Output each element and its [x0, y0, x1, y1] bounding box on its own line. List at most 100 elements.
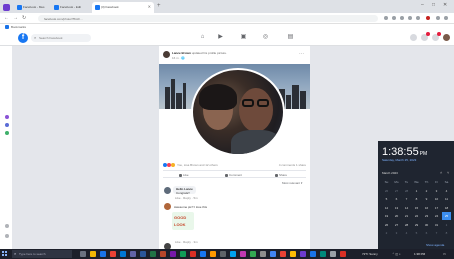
calendar-day[interactable]: 30: [422, 221, 431, 229]
marketplace-icon[interactable]: ▣: [240, 34, 247, 41]
browser-logo-icon[interactable]: [3, 4, 10, 11]
onenote-icon[interactable]: [170, 251, 176, 257]
calendar-day[interactable]: 10: [432, 195, 441, 203]
profile-icon[interactable]: [426, 16, 430, 20]
calendar-day[interactable]: 26: [382, 187, 391, 195]
calendar-day[interactable]: 8: [442, 229, 451, 237]
facebook-icon[interactable]: [200, 251, 206, 257]
calendar-day[interactable]: 12: [382, 204, 391, 212]
app-icon[interactable]: [280, 251, 286, 257]
task-view-icon[interactable]: [80, 251, 86, 257]
app-icon[interactable]: [260, 251, 266, 257]
weather-widget[interactable]: 72°F Sunny: [362, 252, 378, 256]
tray-icons[interactable]: ⌃ ◫ ♪: [392, 252, 401, 256]
comment-sort-dropdown[interactable]: Most relevant ▾: [282, 181, 302, 185]
close-tab-icon[interactable]: ✕: [148, 4, 151, 9]
app-icon[interactable]: [210, 251, 216, 257]
app-icon[interactable]: [300, 251, 306, 257]
calendar-day[interactable]: 6: [422, 229, 431, 237]
taskbar-clock[interactable]: 1:38 PM: [414, 252, 425, 256]
post-author[interactable]: Lance Brown updated his profile picture.: [172, 51, 227, 55]
windows-start-icon[interactable]: [2, 251, 8, 257]
calendar-day[interactable]: 4: [402, 229, 411, 237]
calendar-day[interactable]: 28: [402, 221, 411, 229]
shortcut-icon[interactable]: [5, 123, 9, 127]
outlook-icon[interactable]: [120, 251, 126, 257]
powerpoint-icon[interactable]: [160, 251, 166, 257]
file-explorer-icon[interactable]: [90, 251, 96, 257]
account-avatar[interactable]: [443, 34, 450, 41]
post-timestamp[interactable]: 16 m · 🌐: [172, 56, 185, 60]
commenter-avatar[interactable]: [164, 187, 171, 194]
calendar-day[interactable]: 29: [412, 221, 421, 229]
calendar-day[interactable]: 20: [392, 212, 401, 220]
calendar-next-icon[interactable]: ˅: [447, 170, 449, 175]
calendar-day[interactable]: 2: [422, 187, 431, 195]
extension-icon[interactable]: [416, 16, 420, 20]
reactions-summary[interactable]: You, Lisa Brown and 12 others 4 comments…: [163, 163, 306, 168]
shortcut-icon[interactable]: [5, 224, 9, 228]
comment-sticker[interactable]: GOOD LOOK: [172, 212, 194, 230]
calendar-day[interactable]: 9: [422, 195, 431, 203]
profile-picture[interactable]: [191, 68, 285, 156]
calendar-day[interactable]: 14: [402, 204, 411, 212]
gaming-icon[interactable]: ▤: [287, 34, 294, 41]
calendar-day[interactable]: 1: [442, 221, 451, 229]
app-icon[interactable]: [310, 251, 316, 257]
shortcut-icon[interactable]: [5, 234, 9, 238]
comment-button[interactable]: Comment: [225, 173, 242, 177]
calendar-day[interactable]: 22: [412, 212, 421, 220]
app-icon[interactable]: [330, 251, 336, 257]
calendar-day[interactable]: 28: [402, 187, 411, 195]
calendar-day[interactable]: 7: [432, 229, 441, 237]
app-icon[interactable]: [290, 251, 296, 257]
calendar-day[interactable]: 27: [392, 221, 401, 229]
calendar-day[interactable]: 5: [412, 229, 421, 237]
calendar-day[interactable]: 2: [382, 229, 391, 237]
video-icon[interactable]: ▶: [217, 34, 224, 41]
more-options-icon[interactable]: ···: [299, 51, 304, 57]
app-icon[interactable]: [320, 251, 326, 257]
excel-icon[interactable]: [150, 251, 156, 257]
tab-facebook-messages[interactable]: Facebook - Mes: [14, 2, 50, 13]
home-icon[interactable]: ⌂: [199, 34, 206, 41]
calendar-day[interactable]: 8: [412, 195, 421, 203]
notification-center-icon[interactable]: ▭: [443, 252, 446, 256]
app-icon[interactable]: [240, 251, 246, 257]
app-icon[interactable]: [270, 251, 276, 257]
calendar-day[interactable]: 26: [382, 221, 391, 229]
calendar-day[interactable]: 3: [432, 187, 441, 195]
show-agenda-link[interactable]: Show agenda: [426, 243, 444, 247]
calendar-day[interactable]: 15: [412, 204, 421, 212]
calendar-day[interactable]: 17: [432, 204, 441, 212]
author-name[interactable]: Lance Brown: [172, 51, 191, 55]
calendar-day[interactable]: 7: [402, 195, 411, 203]
reload-icon[interactable]: ↻: [22, 15, 26, 21]
url-input[interactable]: facebook.com/photo/?fbid=...: [38, 15, 378, 22]
facebook-search-input[interactable]: ⌕ Search Facebook: [31, 34, 91, 42]
author-avatar[interactable]: [163, 51, 170, 58]
calendar-day[interactable]: 23: [422, 212, 431, 220]
teams-icon[interactable]: [130, 251, 136, 257]
reactions-text[interactable]: You, Lisa Brown and 12 others: [177, 163, 218, 167]
calendar-day[interactable]: 25: [442, 212, 451, 220]
edge-icon[interactable]: [100, 251, 106, 257]
app-icon[interactable]: [250, 251, 256, 257]
app-icon[interactable]: [190, 251, 196, 257]
calendar-month[interactable]: March 2023: [382, 171, 398, 175]
calendar-day[interactable]: 11: [442, 195, 451, 203]
menu-icon[interactable]: [436, 16, 440, 20]
calendar-day[interactable]: 13: [392, 204, 401, 212]
chrome-icon[interactable]: [110, 251, 116, 257]
word-icon[interactable]: [140, 251, 146, 257]
calendar-day[interactable]: 27: [392, 187, 401, 195]
bookmark-icon[interactable]: [5, 25, 9, 29]
comment-actions[interactable]: Like · Reply · 3m: [175, 240, 198, 244]
new-tab-button[interactable]: +: [157, 3, 161, 9]
comments-shares-count[interactable]: 4 comments 1 share: [279, 163, 306, 167]
extension-icon[interactable]: [400, 16, 404, 20]
calendar-day[interactable]: 18: [442, 204, 451, 212]
extension-icon[interactable]: [444, 16, 448, 20]
extension-icon[interactable]: [392, 16, 396, 20]
tab-facebook-active[interactable]: (3) Facebook ✕: [92, 2, 154, 13]
